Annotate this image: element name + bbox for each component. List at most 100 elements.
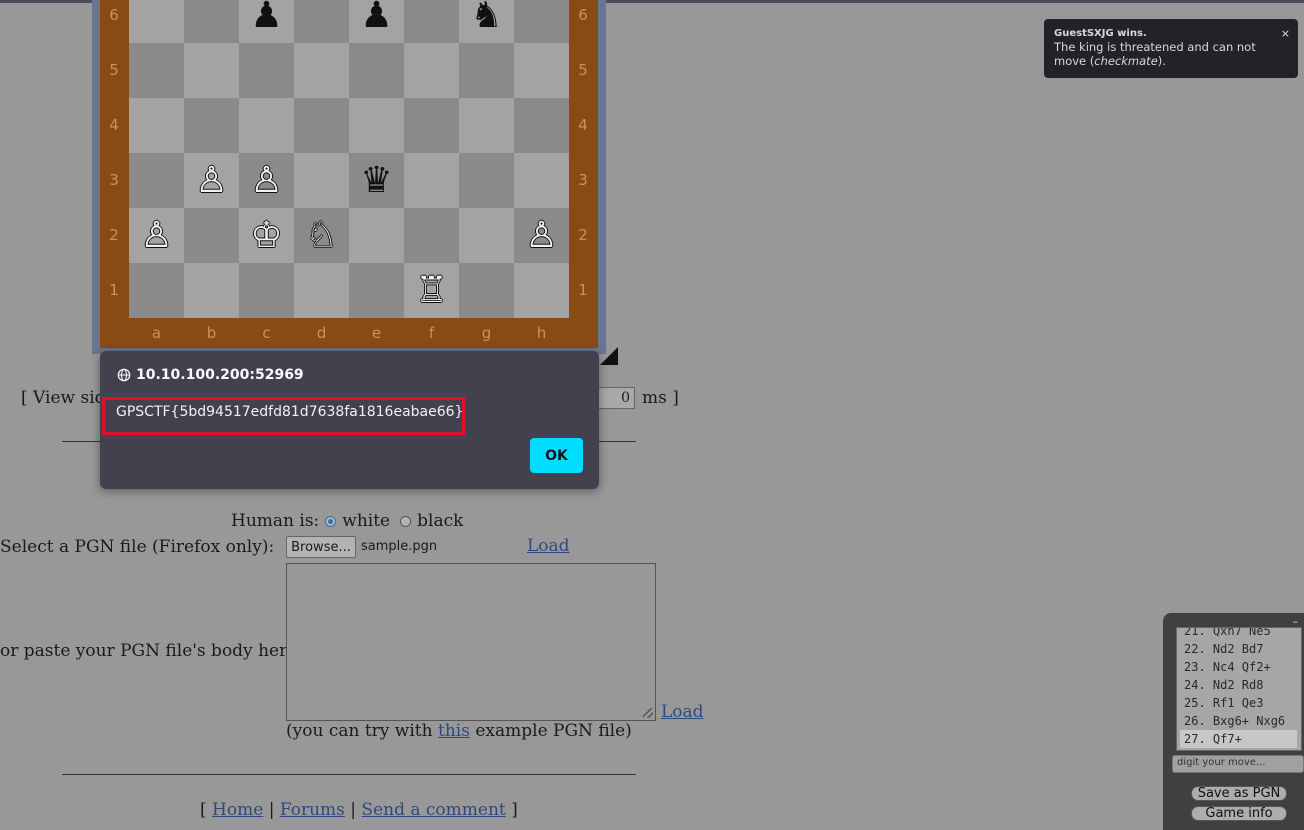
square-d6[interactable]: [294, 0, 349, 43]
game-over-notification: GuestSXJG wins. The king is threatened a…: [1044, 19, 1298, 78]
white-pawn-icon[interactable]: ♙: [140, 217, 172, 254]
square-h1[interactable]: [514, 263, 569, 318]
square-h2[interactable]: ♙: [514, 208, 569, 263]
human-label: Human is:: [231, 511, 320, 531]
square-g3[interactable]: [459, 153, 514, 208]
white-radio[interactable]: [325, 515, 337, 527]
square-c6[interactable]: ♟: [239, 0, 294, 43]
separator: |: [263, 800, 280, 820]
square-h5[interactable]: [514, 43, 569, 98]
square-b3[interactable]: ♙: [184, 153, 239, 208]
square-g4[interactable]: [459, 98, 514, 153]
square-d4[interactable]: [294, 98, 349, 153]
black-radio[interactable]: [400, 515, 412, 527]
board-resize-handle[interactable]: [600, 347, 618, 365]
square-f6[interactable]: [404, 0, 459, 43]
square-e2[interactable]: [349, 208, 404, 263]
square-a3[interactable]: [129, 153, 184, 208]
load-file-link[interactable]: Load: [527, 536, 570, 556]
square-h4[interactable]: [514, 98, 569, 153]
square-f1[interactable]: ♖: [404, 263, 459, 318]
white-rook-icon[interactable]: ♖: [415, 272, 447, 309]
file-label: a: [151, 324, 162, 342]
square-b2[interactable]: [184, 208, 239, 263]
square-a6[interactable]: [129, 0, 184, 43]
square-e4[interactable]: [349, 98, 404, 153]
square-d3[interactable]: [294, 153, 349, 208]
move-item[interactable]: 25. Rf1 Qe3: [1177, 694, 1301, 712]
move-item[interactable]: 27. Qf7+: [1180, 730, 1297, 748]
save-pgn-button[interactable]: Save as PGN: [1191, 786, 1287, 801]
square-a1[interactable]: [129, 263, 184, 318]
square-a4[interactable]: [129, 98, 184, 153]
rank-label: 5: [109, 61, 119, 79]
white-pawn-icon[interactable]: ♙: [525, 217, 557, 254]
home-link[interactable]: Home: [212, 800, 263, 820]
square-c5[interactable]: [239, 43, 294, 98]
game-info-button[interactable]: Game info: [1191, 806, 1287, 821]
square-e3[interactable]: ♛: [349, 153, 404, 208]
black-radio-label[interactable]: black: [417, 511, 463, 531]
square-g6[interactable]: ♞: [459, 0, 514, 43]
white-pawn-icon[interactable]: ♙: [250, 162, 282, 199]
black-pawn-icon[interactable]: ♟: [250, 0, 282, 34]
pgn-textarea[interactable]: [286, 563, 656, 721]
square-h6[interactable]: [514, 0, 569, 43]
move-input[interactable]: digit your move...: [1172, 755, 1304, 773]
globe-icon: [117, 368, 131, 382]
rank-label: 4: [109, 116, 119, 134]
ok-button[interactable]: OK: [530, 438, 583, 473]
square-b6[interactable]: [184, 0, 239, 43]
square-a2[interactable]: ♙: [129, 208, 184, 263]
square-b1[interactable]: [184, 263, 239, 318]
square-d5[interactable]: [294, 43, 349, 98]
send-comment-link[interactable]: Send a comment: [361, 800, 505, 820]
move-list[interactable]: 21. Qxh7 Ne5 22. Nd2 Bd7 23. Nc4 Qf2+ 24. N…: [1176, 627, 1302, 751]
square-c4[interactable]: [239, 98, 294, 153]
load-text-link[interactable]: Load: [661, 702, 704, 722]
square-c3[interactable]: ♙: [239, 153, 294, 208]
rank-label: 1: [109, 281, 119, 299]
human-side-selector: Human is: white black: [231, 511, 463, 531]
square-g5[interactable]: [459, 43, 514, 98]
black-pawn-icon[interactable]: ♟: [360, 0, 392, 34]
square-d2[interactable]: ♘: [294, 208, 349, 263]
move-item[interactable]: 26. Bxg6+ Nxg6: [1177, 712, 1301, 730]
square-f2[interactable]: [404, 208, 459, 263]
square-d1[interactable]: [294, 263, 349, 318]
black-knight-icon[interactable]: ♞: [470, 0, 502, 34]
forums-link[interactable]: Forums: [280, 800, 345, 820]
square-g1[interactable]: [459, 263, 514, 318]
move-item[interactable]: 22. Nd2 Bd7: [1177, 640, 1301, 658]
square-c2[interactable]: ♔: [239, 208, 294, 263]
white-pawn-icon[interactable]: ♙: [195, 162, 227, 199]
move-item[interactable]: 23. Nc4 Qf2+: [1177, 658, 1301, 676]
textarea-resize-grip[interactable]: [643, 708, 653, 718]
example-pgn-link[interactable]: this: [438, 721, 470, 741]
square-f3[interactable]: [404, 153, 459, 208]
square-a5[interactable]: [129, 43, 184, 98]
move-item[interactable]: 24. Nd2 Rd8: [1177, 676, 1301, 694]
square-f5[interactable]: [404, 43, 459, 98]
selected-file-name: sample.pgn: [361, 539, 438, 554]
square-b4[interactable]: [184, 98, 239, 153]
square-h3[interactable]: [514, 153, 569, 208]
browse-button[interactable]: Browse...: [286, 536, 356, 558]
square-e1[interactable]: [349, 263, 404, 318]
square-e6[interactable]: ♟: [349, 0, 404, 43]
chess-board[interactable]: ♟ ♟ ♞ ♙ ♙ ♛ ♙ ♔ ♘ ♙ ♖: [129, 0, 569, 318]
move-item[interactable]: 21. Qxh7 Ne5: [1177, 628, 1301, 640]
notification-title: GuestSXJG wins.: [1054, 28, 1147, 39]
notification-body: The king is threatened and can not move …: [1054, 40, 1288, 68]
white-radio-label[interactable]: white: [342, 511, 390, 531]
square-f4[interactable]: [404, 98, 459, 153]
square-c1[interactable]: [239, 263, 294, 318]
white-knight-icon[interactable]: ♘: [305, 217, 337, 254]
square-g2[interactable]: [459, 208, 514, 263]
square-e5[interactable]: [349, 43, 404, 98]
square-b5[interactable]: [184, 43, 239, 98]
white-king-icon[interactable]: ♔: [250, 217, 282, 254]
black-queen-icon[interactable]: ♛: [360, 162, 392, 199]
view-side-option: [ View sid: [21, 388, 106, 408]
close-icon[interactable]: ×: [1281, 27, 1290, 40]
